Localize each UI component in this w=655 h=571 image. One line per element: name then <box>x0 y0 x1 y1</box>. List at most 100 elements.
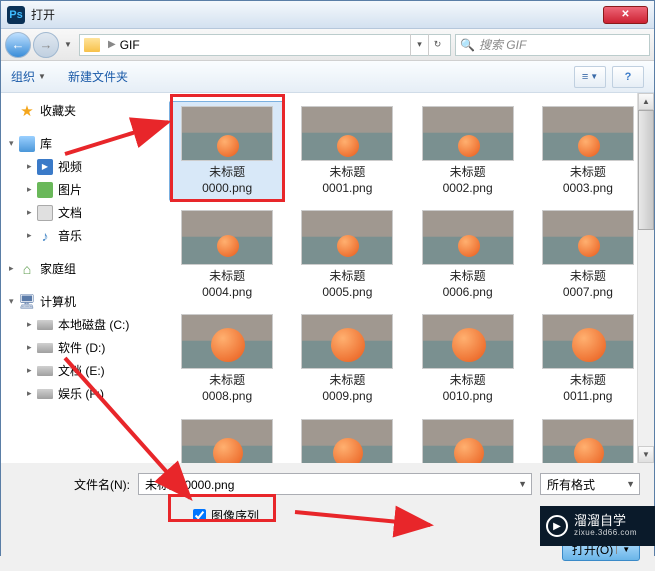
thumbnail <box>301 314 393 369</box>
back-button[interactable]: ← <box>5 32 31 58</box>
open-dialog: Ps 打开 ✕ ← → ▼ ▶ GIF ▾ ↻ 🔍 搜索 GIF 组织▼ 新建文… <box>0 0 655 556</box>
file-label: 未标题0009.png <box>322 373 372 404</box>
file-item[interactable]: 未标题0011.png <box>530 309 646 409</box>
file-area[interactable]: 未标题0000.png 未标题0001.png 未标题0002.png 未标题0003… <box>161 93 654 463</box>
search-icon: 🔍 <box>460 38 475 52</box>
file-label: 未标题0007.png <box>563 269 613 300</box>
watermark: ▶ 溜溜自学 zixue.3d66.com <box>540 506 655 546</box>
scrollbar[interactable]: ▲ ▼ <box>637 93 654 463</box>
file-item[interactable]: 未标题0003.png <box>530 101 646 201</box>
forward-button[interactable]: → <box>33 32 59 58</box>
computer-icon: 🖥 <box>19 294 35 310</box>
file-item[interactable]: 未标题0005.png <box>289 205 405 305</box>
pictures-icon <box>37 182 53 198</box>
thumbnail <box>301 210 393 265</box>
star-icon: ★ <box>19 103 35 119</box>
file-item[interactable]: 未标题 0015 png <box>530 414 646 463</box>
thumbnail <box>422 314 514 369</box>
library-icon <box>19 136 35 152</box>
body: ★收藏夹 ▾库 ▸▶视频 ▸图片 ▸文档 ▸♪音乐 ▸⌂家庭组 ▾🖥计算机 ▸本… <box>1 93 654 463</box>
file-label: 未标题0000.png <box>202 165 252 196</box>
scroll-down-button[interactable]: ▼ <box>638 446 654 463</box>
view-mode-button[interactable]: ≡ ▼ <box>574 66 606 88</box>
breadcrumb-drop[interactable]: ▾ <box>410 34 428 56</box>
filetype-select[interactable]: 所有格式 ▼ <box>540 473 640 495</box>
file-item[interactable]: 未标题0004.png <box>169 205 285 305</box>
open-split-drop[interactable]: ▼ <box>616 545 630 554</box>
breadcrumb-folder[interactable]: GIF <box>120 38 140 52</box>
file-label: 未标题0011.png <box>563 373 612 404</box>
window-title: 打开 <box>31 6 603 23</box>
file-label: 未标题0001.png <box>322 165 372 196</box>
sidebar-item-video[interactable]: ▸▶视频 <box>3 155 159 178</box>
file-item[interactable]: 未标题 0013 png <box>289 414 405 463</box>
file-item[interactable]: 未标题 0012 png <box>169 414 285 463</box>
homegroup-icon: ⌂ <box>19 261 35 277</box>
sidebar-drive-f[interactable]: ▸娱乐 (F:) <box>3 382 159 405</box>
close-button[interactable]: ✕ <box>603 6 648 24</box>
file-item[interactable]: 未标题0001.png <box>289 101 405 201</box>
thumbnail <box>301 419 393 463</box>
file-item[interactable]: 未标题0010.png <box>410 309 526 409</box>
image-sequence-label: 图像序列 <box>211 507 259 524</box>
photoshop-icon: Ps <box>7 6 25 24</box>
sidebar-computer[interactable]: ▾🖥计算机 <box>3 290 159 313</box>
thumbnail <box>422 419 514 463</box>
thumbnail <box>181 419 273 463</box>
image-sequence-checkbox[interactable] <box>193 509 206 522</box>
search-placeholder: 搜索 GIF <box>479 36 526 53</box>
file-label: 未标题0004.png <box>202 269 252 300</box>
thumbnail <box>422 210 514 265</box>
thumbnail <box>301 106 393 161</box>
new-folder-button[interactable]: 新建文件夹 <box>68 68 128 85</box>
toolbar: 组织▼ 新建文件夹 ≡ ▼ ? <box>1 61 654 93</box>
filename-drop[interactable]: ▼ <box>518 479 527 489</box>
thumbnail <box>181 210 273 265</box>
filename-label: 文件名(N): <box>15 476 130 493</box>
scroll-thumb[interactable] <box>638 110 654 230</box>
drive-icon <box>37 343 53 353</box>
folder-icon <box>84 38 100 52</box>
search-input[interactable]: 🔍 搜索 GIF <box>455 34 650 56</box>
file-label: 未标题0006.png <box>443 269 493 300</box>
sidebar-drive-c[interactable]: ▸本地磁盘 (C:) <box>3 313 159 336</box>
drive-icon <box>37 389 53 399</box>
file-item[interactable]: 未标题0007.png <box>530 205 646 305</box>
file-label: 未标题0005.png <box>322 269 372 300</box>
breadcrumb[interactable]: ▶ GIF ▾ ↻ <box>79 34 451 56</box>
sidebar-item-documents[interactable]: ▸文档 <box>3 201 159 224</box>
chevron-down-icon: ▼ <box>38 72 46 81</box>
file-item[interactable]: 未标题0000.png <box>169 101 285 201</box>
thumbnail <box>422 106 514 161</box>
filename-input[interactable]: 未标题 0000.png ▼ <box>138 473 532 495</box>
sidebar-item-music[interactable]: ▸♪音乐 <box>3 224 159 247</box>
sidebar-homegroup[interactable]: ▸⌂家庭组 <box>3 257 159 280</box>
nav-history-drop[interactable]: ▼ <box>61 32 75 58</box>
organize-menu[interactable]: 组织▼ <box>11 68 46 85</box>
play-icon: ▶ <box>546 515 568 537</box>
file-item[interactable]: 未标题0002.png <box>410 101 526 201</box>
help-button[interactable]: ? <box>612 66 644 88</box>
thumbnail <box>181 314 273 369</box>
file-label: 未标题0010.png <box>443 373 493 404</box>
sidebar: ★收藏夹 ▾库 ▸▶视频 ▸图片 ▸文档 ▸♪音乐 ▸⌂家庭组 ▾🖥计算机 ▸本… <box>1 93 161 463</box>
refresh-button[interactable]: ↻ <box>428 34 446 56</box>
file-item[interactable]: 未标题0008.png <box>169 309 285 409</box>
scroll-up-button[interactable]: ▲ <box>638 93 654 110</box>
filetype-drop[interactable]: ▼ <box>626 479 635 489</box>
sidebar-item-pictures[interactable]: ▸图片 <box>3 178 159 201</box>
documents-icon <box>37 205 53 221</box>
file-label: 未标题0003.png <box>563 165 613 196</box>
sidebar-favorites[interactable]: ★收藏夹 <box>3 99 159 122</box>
sidebar-library[interactable]: ▾库 <box>3 132 159 155</box>
thumbnail <box>542 210 634 265</box>
drive-icon <box>37 366 53 376</box>
file-item[interactable]: 未标题0009.png <box>289 309 405 409</box>
thumbnail <box>542 106 634 161</box>
file-item[interactable]: 未标题0006.png <box>410 205 526 305</box>
sidebar-drive-e[interactable]: ▸文档 (E:) <box>3 359 159 382</box>
video-icon: ▶ <box>37 159 53 175</box>
sidebar-drive-d[interactable]: ▸软件 (D:) <box>3 336 159 359</box>
file-item[interactable]: 未标题 0014 png <box>410 414 526 463</box>
titlebar: Ps 打开 ✕ <box>1 1 654 29</box>
